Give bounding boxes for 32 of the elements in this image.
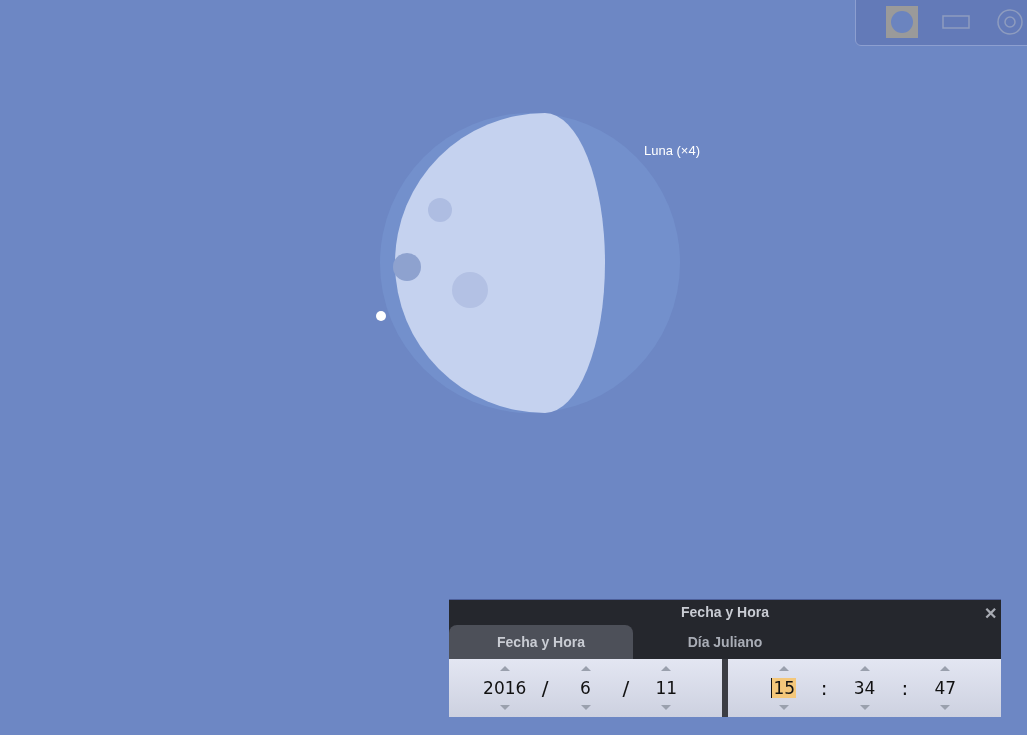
close-button[interactable]: ✕ — [984, 602, 997, 626]
up-arrow-icon[interactable] — [499, 666, 510, 671]
number-field[interactable]: 2016 — [482, 678, 528, 698]
up-arrow-icon[interactable] — [580, 666, 591, 671]
toolbar-button[interactable] — [886, 6, 918, 38]
up-arrow-icon[interactable] — [859, 666, 870, 671]
date-separator: / — [621, 675, 631, 702]
number-field[interactable]: 15 — [771, 678, 797, 698]
number-field[interactable]: 47 — [933, 678, 958, 698]
number-field[interactable]: 34 — [852, 678, 877, 698]
number-field[interactable]: 6 — [579, 678, 592, 698]
up-arrow-icon[interactable] — [940, 666, 951, 671]
up-arrow-icon[interactable] — [778, 666, 789, 671]
up-arrow-icon[interactable] — [661, 666, 672, 671]
tab[interactable]: Día Juliano — [633, 625, 817, 659]
down-arrow-icon[interactable] — [859, 705, 870, 710]
moon-label: Luna (×4) — [644, 142, 700, 160]
down-arrow-icon[interactable] — [661, 705, 672, 710]
circle-icon — [890, 10, 914, 34]
time-separator: : — [819, 675, 829, 702]
number-field[interactable]: 11 — [654, 678, 679, 698]
target-icon — [996, 8, 1024, 36]
tab[interactable]: Fecha y Hora — [449, 625, 633, 659]
down-arrow-icon[interactable] — [499, 705, 510, 710]
time-separator: : — [900, 675, 910, 702]
down-arrow-icon[interactable] — [580, 705, 591, 710]
toolbar-button[interactable] — [994, 6, 1026, 38]
down-arrow-icon[interactable] — [778, 705, 789, 710]
rectangle-icon — [942, 15, 970, 29]
down-arrow-icon[interactable] — [940, 705, 951, 710]
date-separator: / — [540, 675, 550, 702]
dialog-title: Fecha y Hora — [681, 603, 769, 622]
